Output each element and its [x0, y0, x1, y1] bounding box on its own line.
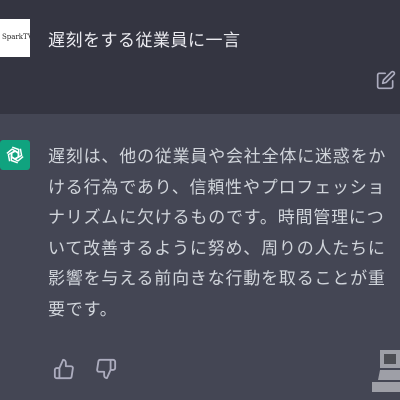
user-message: SparkTV 遅刻をする従業員に一言 [0, 0, 400, 114]
user-avatar: SparkTV [0, 19, 30, 57]
thumbs-up-icon [53, 358, 74, 380]
edit-button[interactable] [376, 70, 396, 90]
assistant-line: いて改善するように努め、周りの人たちに [48, 238, 386, 259]
assistant-message: 遅刻は、他の従業員や会社全体に迷惑をか ける行為であり、信頼性やプロフェッショ … [0, 114, 400, 400]
edit-pencil-icon [376, 70, 396, 90]
thumbs-down-icon [96, 358, 117, 380]
thumbs-up-button[interactable] [53, 358, 75, 380]
assistant-message-text: 遅刻は、他の従業員や会社全体に迷惑をか ける行為であり、信頼性やプロフェッショ … [48, 142, 394, 325]
assistant-avatar [0, 140, 30, 170]
assistant-line: 遅刻は、他の従業員や会社全体に迷惑をか [48, 147, 387, 167]
assistant-line: ける行為であり、信頼性やプロフェッショ [48, 177, 386, 198]
chat-page: SparkTV 遅刻をする従業員に一言 遅刻は、他の従業員や会社全体に迷惑をか … [0, 0, 400, 400]
thumbs-down-button[interactable] [95, 358, 117, 380]
user-message-text: 遅刻をする従業員に一言 [48, 31, 241, 51]
assistant-line: 要です。 [48, 299, 118, 320]
openai-logo-icon [6, 146, 24, 164]
assistant-line: 影響を与える前向きな行動を取ることが重 [48, 269, 386, 289]
user-avatar-label: SparkTV [2, 33, 30, 41]
watermark-logo [372, 350, 400, 392]
assistant-line: ナリズムに欠けるものです。時間管理につ [48, 208, 385, 228]
